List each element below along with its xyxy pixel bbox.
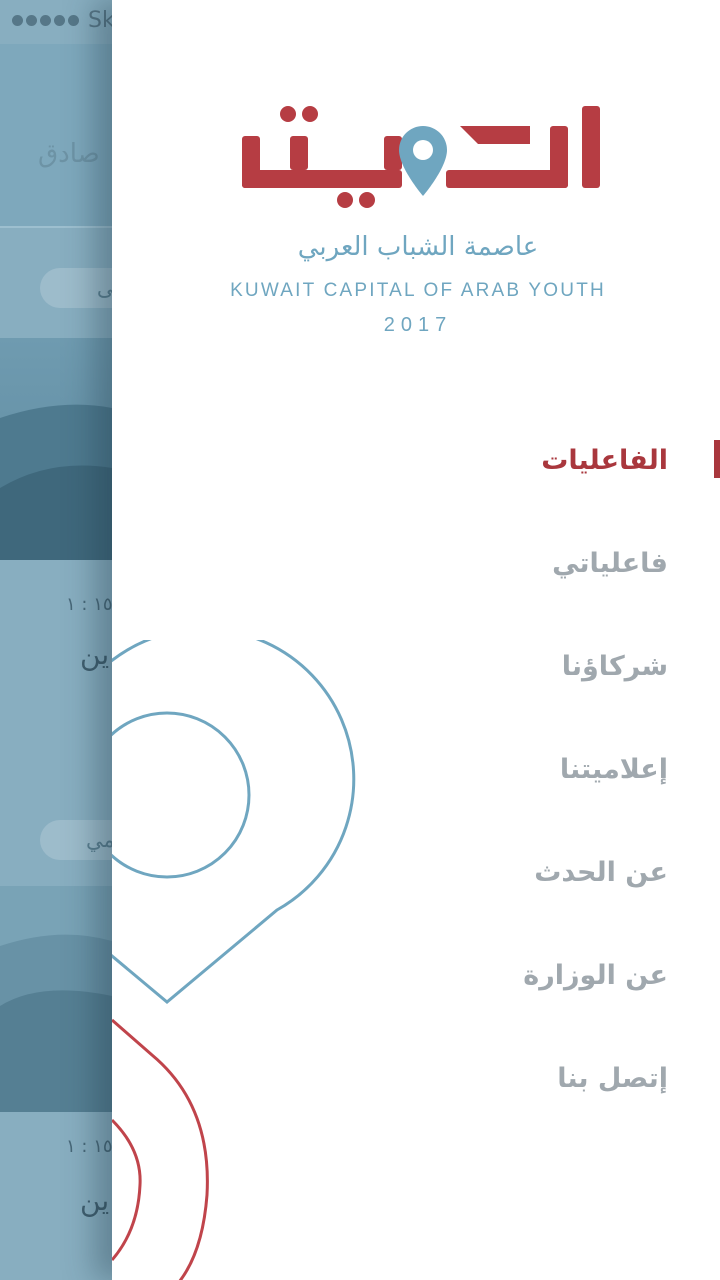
logo-year: 2017 xyxy=(383,314,453,336)
logo-subtitle-english: KUWAIT CAPITAL OF ARAB YOUTH xyxy=(230,280,606,301)
menu-item-media[interactable]: إعلاميتنا xyxy=(248,739,668,842)
brand-logo xyxy=(230,96,610,346)
active-item-indicator xyxy=(714,440,720,478)
menu-item-partners[interactable]: شركاؤنا xyxy=(248,636,668,739)
menu-item-about-ministry[interactable]: عن الوزارة xyxy=(248,945,668,1048)
navigation-drawer: عاصمة الشباب العربي KUWAIT CAPITAL OF AR… xyxy=(112,0,720,1280)
event-time: ١٥ : ١ xyxy=(66,1136,113,1157)
event-title: ين xyxy=(80,638,110,671)
logo-wordmark xyxy=(242,106,600,208)
logo-subtitle-arabic: عاصمة الشباب العربي xyxy=(297,232,539,262)
event-title: ين xyxy=(80,1184,110,1217)
signal-strength-icon xyxy=(12,15,79,26)
event-time: ١٥ : ١ xyxy=(66,594,113,615)
background-header-title: صادق xyxy=(38,139,100,169)
menu-item-contact-us[interactable]: إتصل بنا xyxy=(248,1048,668,1151)
menu-item-my-events[interactable]: فاعلياتي xyxy=(248,533,668,636)
drawer-menu: الفاعليات فاعلياتي شركاؤنا إعلاميتنا عن … xyxy=(248,430,668,1151)
menu-item-events[interactable]: الفاعليات xyxy=(248,430,668,533)
menu-item-about-event[interactable]: عن الحدث xyxy=(248,842,668,945)
carrier-label: Sk xyxy=(88,8,115,33)
